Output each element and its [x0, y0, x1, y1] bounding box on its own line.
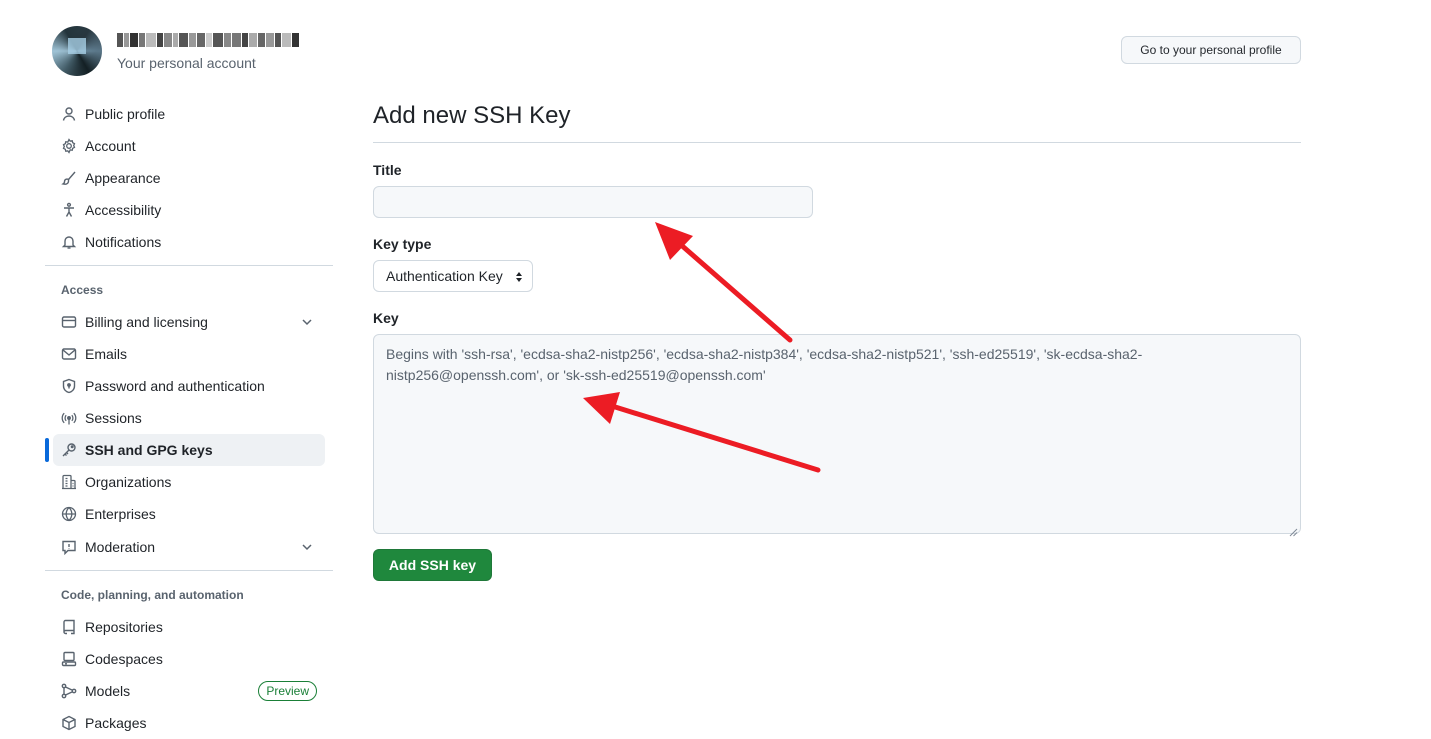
sidebar-divider [45, 265, 333, 266]
sidebar-item-label: Account [85, 138, 136, 154]
key-placeholder: Begins with 'ssh-rsa', 'ecdsa-sha2-nistp… [386, 346, 1143, 383]
section-title-access: Access [61, 283, 104, 297]
sidebar-item-password[interactable]: Password and authentication [53, 370, 325, 402]
sidebar-divider [45, 570, 333, 571]
sidebar-item-label: Organizations [85, 474, 172, 490]
sidebar-item-label: SSH and GPG keys [85, 442, 213, 458]
report-icon [61, 539, 77, 555]
person-icon [61, 106, 77, 122]
sidebar-item-label: Codespaces [85, 651, 163, 667]
sidebar-item-organizations[interactable]: Organizations [53, 466, 325, 498]
mail-icon [61, 346, 77, 362]
sidebar-item-codespaces[interactable]: Codespaces [53, 643, 325, 675]
page-title: Add new SSH Key [373, 102, 571, 129]
add-ssh-key-button[interactable]: Add SSH key [373, 549, 492, 581]
sidebar-item-label: Sessions [85, 410, 142, 426]
chevron-down-icon[interactable] [299, 539, 315, 555]
package-icon [61, 715, 77, 731]
chevron-down-icon[interactable] [299, 314, 315, 330]
globe-icon [61, 506, 77, 522]
sidebar-item-label: Packages [85, 715, 147, 731]
annotation-arrow-title [655, 222, 793, 343]
shield-lock-icon [61, 378, 77, 394]
models-icon [61, 683, 77, 699]
title-input[interactable] [373, 186, 813, 218]
sidebar-item-enterprises[interactable]: Enterprises [53, 498, 325, 530]
sidebar-item-label: Accessibility [85, 202, 162, 218]
sidebar-item-label: Notifications [85, 234, 162, 250]
sidebar-item-label: Models [85, 683, 131, 699]
sidebar-item-label: Enterprises [85, 506, 156, 522]
sidebar-item-models[interactable]: Models Preview [53, 675, 325, 707]
username-redacted [117, 30, 299, 50]
organization-icon [61, 474, 77, 490]
sidebar-item-label: Billing and licensing [85, 314, 208, 330]
bell-icon [61, 234, 77, 250]
sidebar-item-moderation[interactable]: Moderation [53, 531, 325, 563]
title-label: Title [373, 162, 402, 178]
active-indicator [45, 438, 49, 462]
sidebar-item-accessibility[interactable]: Accessibility [53, 194, 325, 226]
select-arrows-icon [514, 270, 524, 284]
section-title-code-planning: Code, planning, and automation [61, 588, 244, 602]
avatar[interactable] [52, 26, 102, 76]
key-type-label: Key type [373, 236, 432, 252]
sidebar-item-repositories[interactable]: Repositories [53, 611, 325, 643]
paintbrush-icon [61, 170, 77, 186]
sidebar-item-label: Appearance [85, 170, 161, 186]
key-type-selected-value: Authentication Key [386, 268, 503, 284]
key-icon [61, 442, 77, 458]
account-subtitle: Your personal account [117, 55, 256, 71]
sidebar-item-sessions[interactable]: Sessions [53, 402, 325, 434]
key-textarea[interactable]: Begins with 'ssh-rsa', 'ecdsa-sha2-nistp… [373, 334, 1301, 537]
key-type-select[interactable]: Authentication Key [373, 260, 533, 292]
gear-icon [61, 138, 77, 154]
sidebar-item-label: Public profile [85, 106, 166, 122]
sidebar-item-label: Moderation [85, 539, 156, 555]
title-divider [373, 142, 1301, 143]
resize-handle-icon[interactable] [1289, 522, 1298, 537]
sidebar-item-account[interactable]: Account [53, 130, 325, 162]
sidebar-item-label: Password and authentication [85, 378, 265, 394]
preview-badge: Preview [258, 681, 317, 701]
sidebar-item-ssh-gpg-keys[interactable]: SSH and GPG keys [53, 434, 325, 466]
sidebar-item-billing[interactable]: Billing and licensing [53, 306, 325, 338]
codespaces-icon [61, 651, 77, 667]
credit-card-icon [61, 314, 77, 330]
sidebar-item-label: Repositories [85, 619, 163, 635]
broadcast-icon [61, 410, 77, 426]
accessibility-icon [61, 202, 77, 218]
sidebar-item-appearance[interactable]: Appearance [53, 162, 325, 194]
sidebar-item-notifications[interactable]: Notifications [53, 226, 325, 258]
sidebar-item-packages[interactable]: Packages [53, 707, 325, 739]
sidebar-item-emails[interactable]: Emails [53, 338, 325, 370]
go-to-profile-button[interactable]: Go to your personal profile [1121, 36, 1301, 64]
key-label: Key [373, 310, 399, 326]
repo-icon [61, 619, 77, 635]
sidebar-item-label: Emails [85, 346, 128, 362]
sidebar-item-public-profile[interactable]: Public profile [53, 98, 325, 130]
